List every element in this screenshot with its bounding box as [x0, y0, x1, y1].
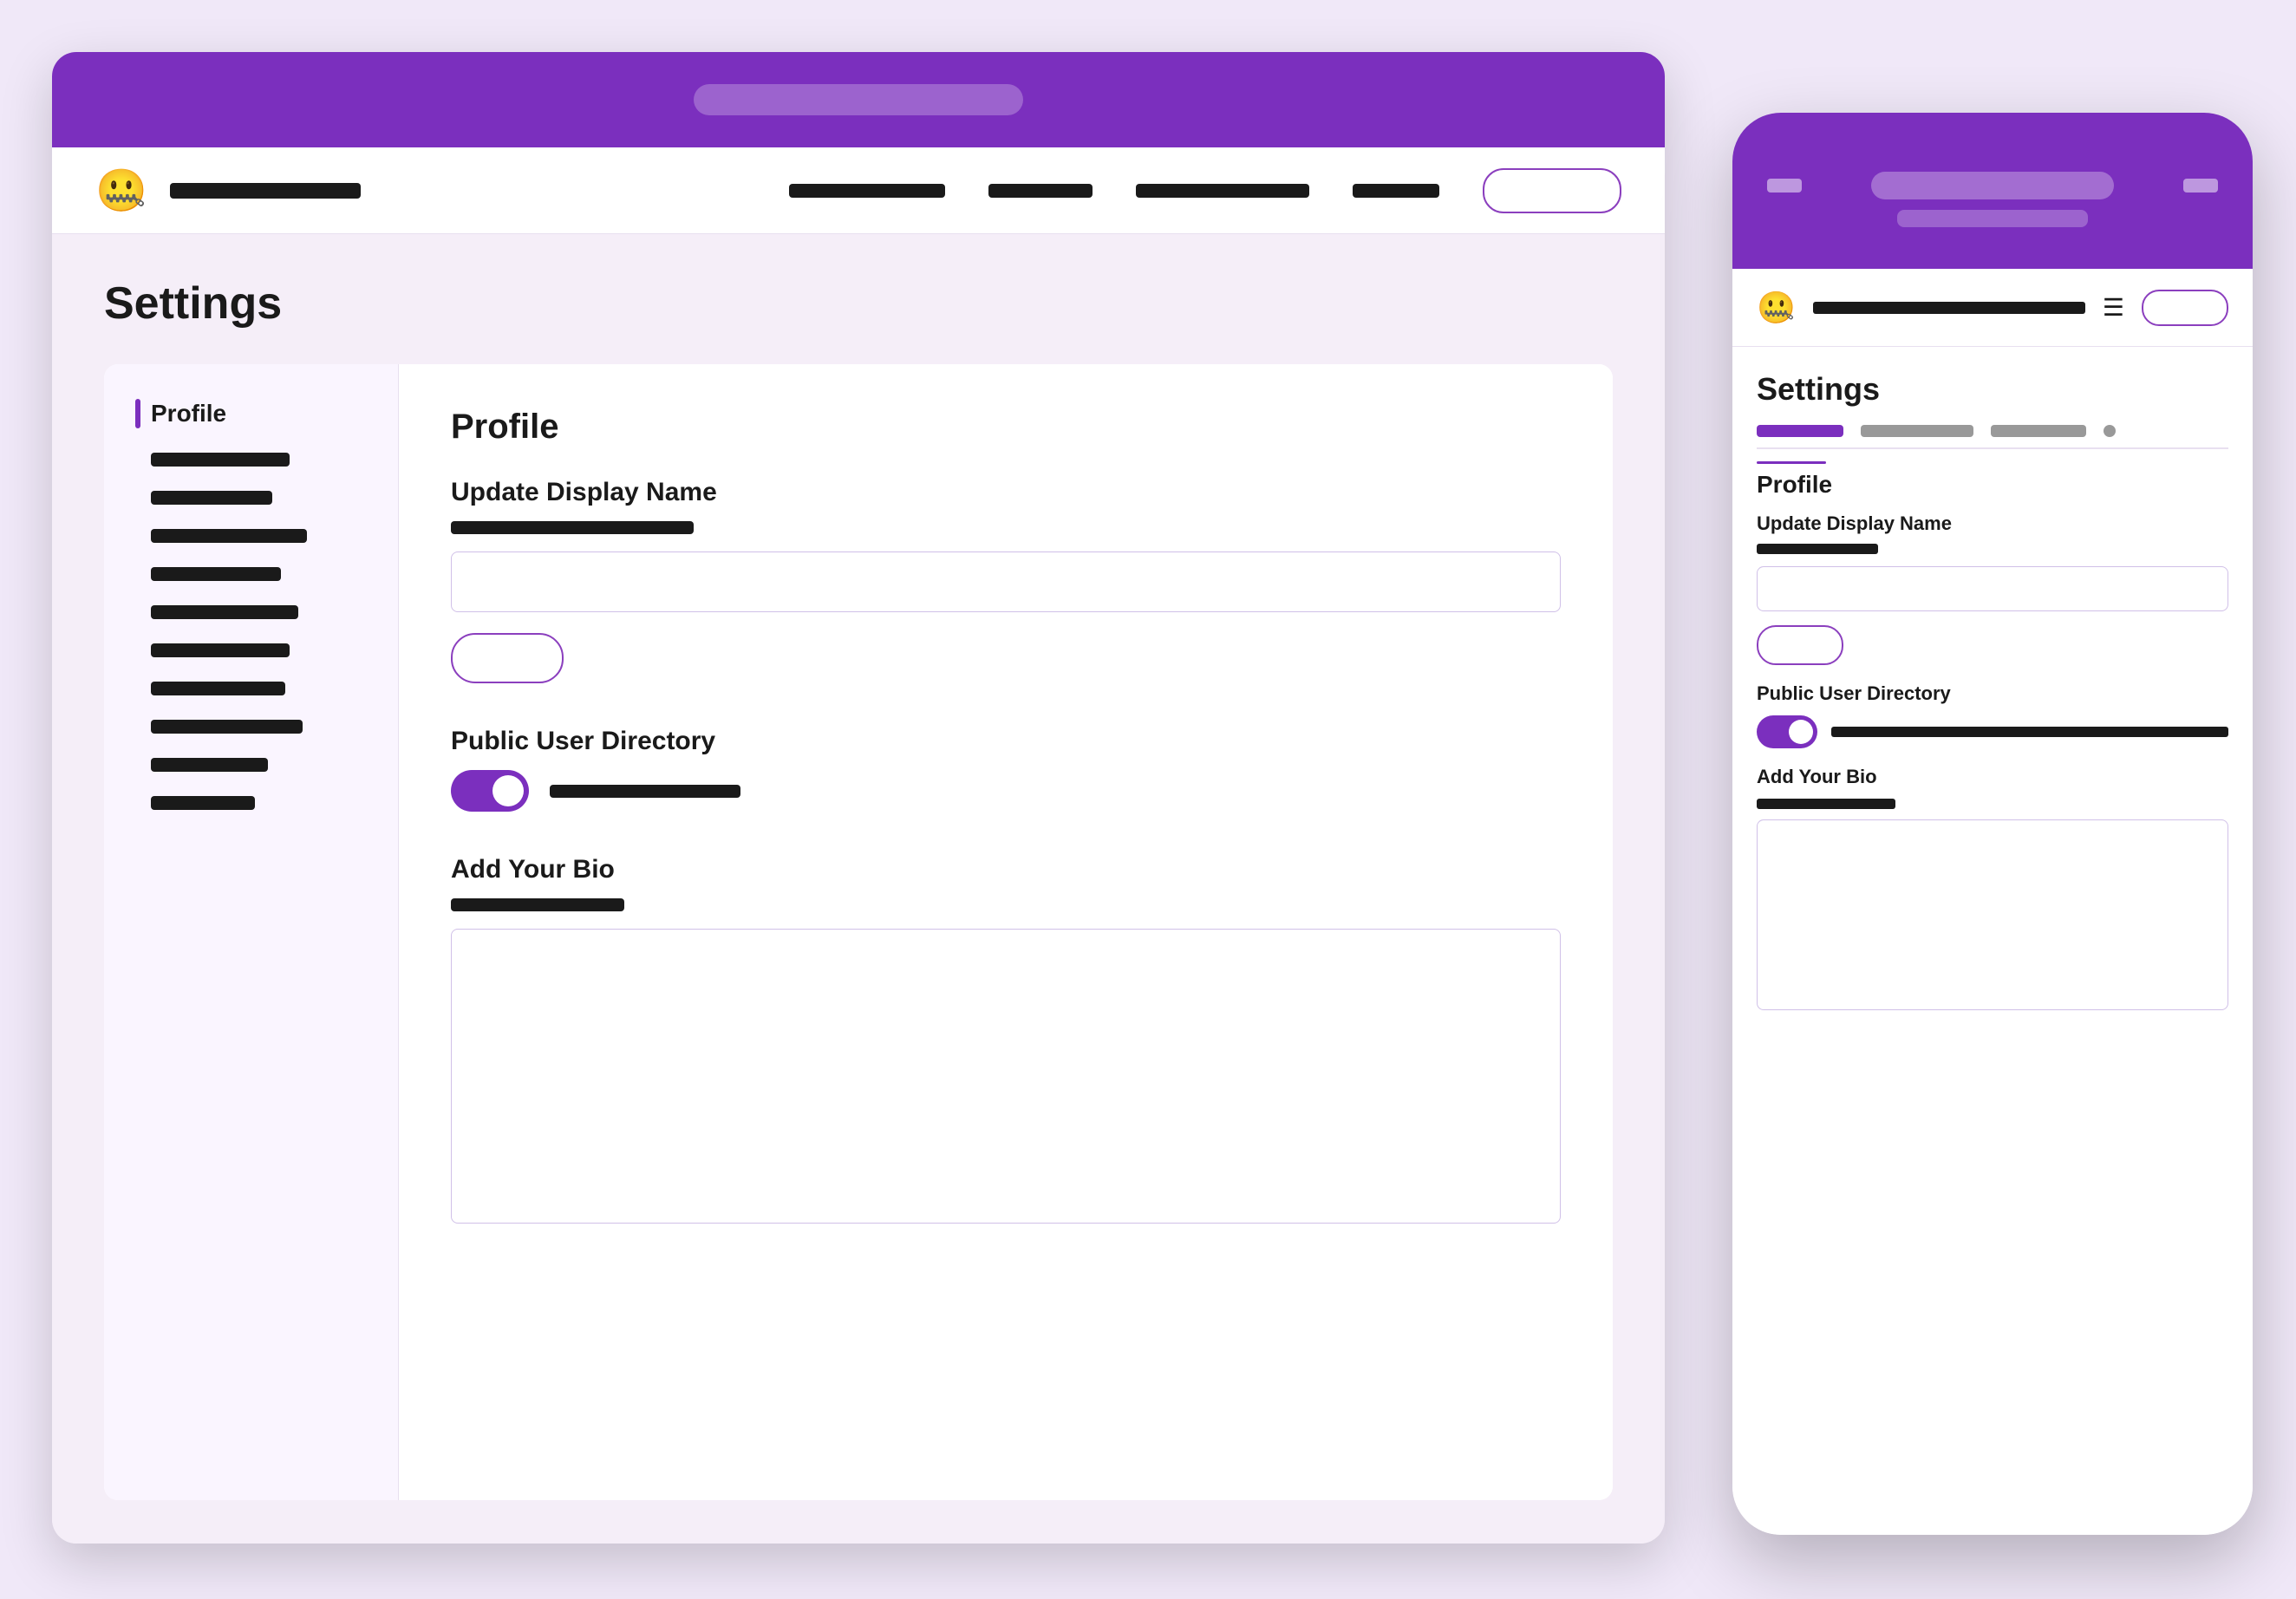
mobile-hamburger-icon[interactable]: ☰ — [2103, 293, 2124, 322]
mobile-nav-cta-button[interactable] — [2142, 290, 2228, 326]
settings-page: Settings Profile — [52, 234, 1665, 1544]
nav-link-3[interactable] — [1136, 184, 1309, 198]
toggle-thumb — [492, 775, 524, 806]
mobile-display-name-input[interactable] — [1757, 566, 2228, 611]
sidebar-item-8[interactable] — [151, 720, 303, 734]
browser-chrome — [52, 52, 1665, 147]
mobile-directory-toggle[interactable] — [1757, 715, 1817, 748]
mobile-display-name-label: Update Display Name — [1757, 512, 2228, 535]
mobile-close-button[interactable] — [1767, 179, 1802, 193]
mobile-display-name-sub — [1757, 544, 1878, 554]
mobile-nav-bar: 🤐 ☰ — [1732, 269, 2253, 347]
toggle-row — [451, 770, 1561, 812]
browser-brand: 🤐 — [95, 166, 361, 215]
toggle-label-bar — [550, 785, 740, 798]
mobile-tab-3[interactable] — [1991, 425, 2086, 437]
display-name-sub — [451, 521, 694, 534]
sidebar-item-2[interactable] — [151, 491, 272, 505]
mobile-display-name-group: Update Display Name — [1757, 512, 2228, 665]
mobile-bio-label: Add Your Bio — [1757, 766, 2228, 788]
sidebar-item-profile[interactable]: Profile — [135, 399, 367, 428]
mobile-chrome — [1732, 113, 2253, 269]
mobile-tab-more[interactable] — [2104, 425, 2116, 437]
sidebar-item-9[interactable] — [151, 758, 268, 772]
browser-nav-bar: 🤐 — [52, 147, 1665, 234]
sidebar-item-3[interactable] — [151, 529, 307, 543]
sidebar-item-5[interactable] — [151, 605, 298, 619]
settings-content: Profile Update Display Name Public User … — [399, 364, 1613, 1500]
nav-link-1[interactable] — [789, 184, 945, 198]
display-name-input[interactable] — [451, 551, 1561, 612]
nav-links — [789, 168, 1621, 213]
mobile-directory-label: Public User Directory — [1757, 682, 2228, 705]
public-directory-group: Public User Directory — [451, 727, 1561, 812]
sidebar-item-1[interactable] — [151, 453, 290, 467]
mobile-tab-1[interactable] — [1757, 425, 1843, 437]
mobile-bio-group: Add Your Bio — [1757, 766, 2228, 1010]
mobile-brand-bar — [1813, 302, 2085, 314]
sidebar-item-4[interactable] — [151, 567, 281, 581]
settings-layout: Profile Profile Update Display Na — [104, 364, 1613, 1500]
sidebar-item-6[interactable] — [151, 643, 290, 657]
nav-link-2[interactable] — [988, 184, 1093, 198]
mobile-section-title: Profile — [1757, 471, 2228, 499]
mobile-toggle-row — [1757, 715, 2228, 748]
bio-textarea[interactable] — [451, 929, 1561, 1224]
mobile-bio-sub — [1757, 799, 1895, 809]
mobile-menu-chrome-button[interactable] — [2183, 179, 2218, 193]
mobile-content: Settings Profile Update Display Name Pub… — [1732, 347, 2253, 1535]
display-name-label: Update Display Name — [451, 478, 1561, 507]
bio-label: Add Your Bio — [451, 855, 1561, 884]
display-name-save-button[interactable] — [451, 633, 564, 683]
mobile-site-logo-icon: 🤐 — [1757, 290, 1796, 326]
mobile-toggle-label-bar — [1831, 727, 2228, 737]
desktop-browser: 🤐 Settings Profile — [52, 52, 1665, 1544]
active-indicator — [135, 399, 140, 428]
public-directory-toggle[interactable] — [451, 770, 529, 812]
bio-sub — [451, 898, 624, 911]
mobile-bio-textarea[interactable] — [1757, 819, 2228, 1010]
public-directory-label: Public User Directory — [451, 727, 1561, 756]
mobile-tabs — [1757, 425, 2228, 449]
page-title: Settings — [104, 277, 1613, 330]
brand-name-bar — [170, 183, 361, 199]
update-display-name-group: Update Display Name — [451, 478, 1561, 683]
mobile-display-name-save-button[interactable] — [1757, 625, 1843, 665]
section-title: Profile — [451, 408, 1561, 447]
sidebar-item-7[interactable] — [151, 682, 285, 695]
mobile-notch — [1732, 172, 2253, 199]
add-bio-group: Add Your Bio — [451, 855, 1561, 1224]
settings-sidebar: Profile — [104, 364, 399, 1500]
sidebar-active-label: Profile — [151, 400, 226, 427]
mobile-public-directory-group: Public User Directory — [1757, 682, 2228, 748]
mobile-status-bar — [1897, 210, 2088, 227]
sidebar-item-10[interactable] — [151, 796, 255, 810]
mobile-browser: 🤐 ☰ Settings Profile Update Display Name… — [1732, 113, 2253, 1535]
mobile-page-title: Settings — [1757, 371, 2228, 408]
mobile-tab-2[interactable] — [1861, 425, 1973, 437]
mobile-address-bar[interactable] — [1871, 172, 2114, 199]
browser-address-bar[interactable] — [694, 84, 1023, 115]
nav-link-4[interactable] — [1353, 184, 1439, 198]
mobile-tab-underline — [1757, 461, 1826, 464]
site-logo-icon: 🤐 — [95, 166, 147, 215]
nav-cta-button[interactable] — [1483, 168, 1621, 213]
mobile-toggle-thumb — [1789, 720, 1813, 744]
